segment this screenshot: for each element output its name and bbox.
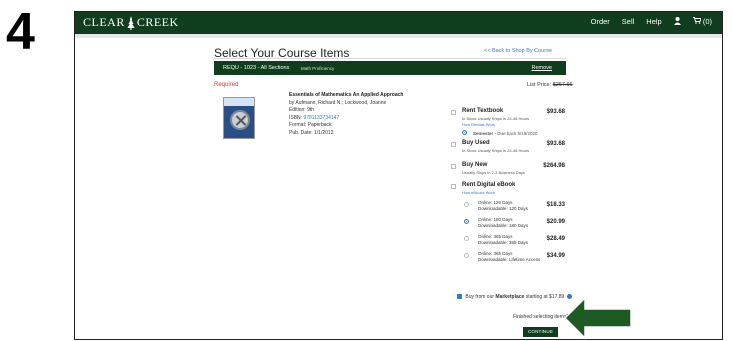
used-note: In Stock Usually Ships in 24-48 Hours — [462, 148, 530, 153]
brand-left-text: CLEAR — [83, 15, 125, 29]
nav-order[interactable]: Order — [591, 17, 610, 27]
rent-label: Rent Textbook — [462, 108, 504, 114]
rent-checkbox[interactable] — [451, 110, 456, 115]
book-authors: by Aufmann, Richard N.; Lockwood, Joanne — [289, 99, 387, 106]
back-to-shop-link[interactable]: << Back to Shop By Course — [484, 48, 552, 54]
nav-help[interactable]: Help — [646, 17, 661, 27]
tree-logo-icon — [127, 16, 135, 30]
marketplace-pre: Buy from our — [465, 294, 496, 300]
brand-right-text: CREEK — [136, 15, 179, 29]
semester-term: Semester - Due back 5/15/2020 — [473, 131, 538, 136]
semester-radio[interactable] — [462, 130, 467, 135]
marketplace-post: starting at $17.89 — [524, 294, 565, 300]
new-price: $264.98 — [543, 163, 565, 169]
digital-checkbox[interactable] — [451, 184, 456, 189]
list-price-value: $267.66 — [552, 82, 573, 88]
marketplace-bold: Marketplace — [495, 294, 525, 300]
nav-sell[interactable]: Sell — [622, 17, 635, 27]
digital-label: Rent Digital eBook — [462, 182, 516, 188]
how-rentals-work-link[interactable]: How Rentals Work — [462, 122, 495, 127]
digital-online: Online: 180 Days — [478, 217, 513, 222]
step-number: 4 — [6, 3, 35, 61]
book-edition: Edition: 9th — [289, 107, 315, 113]
new-checkbox[interactable] — [451, 164, 456, 169]
semester-due-note: - Due back 5/15/2020 — [494, 130, 538, 136]
book-format: Format: Paperback — [289, 122, 332, 128]
course-subtitle: Math Proficiency — [301, 65, 335, 71]
book-pub-date: Pub. Date: 1/1/2013 — [289, 129, 334, 136]
digital-price: $20.99 — [546, 219, 565, 225]
semester-term-label: Semester — [473, 130, 494, 136]
title-divider — [214, 58, 566, 59]
digital-online: Online: 365 Days — [478, 251, 513, 256]
book-isbn: ISBN: 9781133734147 — [289, 115, 439, 123]
how-ebooks-work-link[interactable]: How eBooks Work — [462, 190, 495, 195]
remove-course-link[interactable]: Remove — [532, 65, 552, 71]
marketplace-checkbox[interactable] — [457, 294, 462, 300]
course-code: REQU - 1023 - All Sections — [223, 65, 290, 71]
course-header-bar: REQU - 1023 - All Sections Math Proficie… — [214, 61, 566, 75]
digital-download: Downloadable: Lifetime Access — [478, 257, 541, 262]
book-title: Essentials of Mathematics An Applied App… — [289, 92, 404, 98]
cart-icon — [692, 17, 702, 26]
used-checkbox[interactable] — [451, 142, 456, 147]
digital-download: Downloadable: 365 Days — [478, 240, 529, 245]
marketplace-offer[interactable]: Buy from our Marketplace starting at $17… — [457, 294, 572, 300]
cart-link[interactable]: (0) — [692, 17, 712, 27]
digital-price: $34.99 — [546, 253, 565, 259]
digital-radio[interactable] — [464, 253, 469, 258]
header-nav: Order Sell Help (0) — [591, 17, 712, 27]
continue-button[interactable]: CONTINUE — [523, 327, 558, 337]
digital-download: Downloadable: 120 Days — [478, 206, 529, 211]
isbn-value[interactable]: 9781133734147 — [303, 115, 339, 121]
digital-online: Online: 365 Days — [478, 234, 513, 239]
digital-price: $18.33 — [546, 202, 565, 208]
used-price: $93.68 — [546, 141, 565, 147]
required-label: Required — [214, 82, 239, 88]
list-price: List Price: $267.66 — [527, 82, 573, 88]
new-label: Buy New — [462, 162, 488, 168]
cart-count: (0) — [702, 17, 712, 26]
isbn-label: ISBN: — [289, 114, 303, 121]
brand-logo[interactable]: CLEAR CREEK — [83, 15, 179, 30]
browser-frame: CLEAR CREEK Order Sell Help (0) Select Y… — [74, 11, 723, 340]
new-note: Usually Ships in 2-3 Business Days — [462, 170, 525, 175]
list-price-label: List Price: — [527, 82, 552, 88]
digital-radio[interactable] — [464, 236, 469, 241]
finished-prompt: Finished selecting items? — [513, 314, 570, 320]
subheader-strip — [75, 34, 722, 38]
digital-radio[interactable] — [464, 202, 469, 207]
digital-online: Online: 120 Days — [478, 200, 513, 205]
used-label: Buy Used — [462, 140, 490, 146]
rent-price: $93.68 — [546, 109, 565, 115]
digital-download: Downloadable: 180 Days — [478, 223, 529, 228]
rent-note: In Stock Usually Ships in 24-48 Hours — [462, 116, 530, 121]
top-navigation-bar: CLEAR CREEK Order Sell Help (0) — [75, 12, 722, 34]
digital-radio[interactable] — [464, 219, 469, 224]
book-cover-image — [223, 97, 255, 139]
user-icon[interactable] — [673, 17, 681, 27]
book-details: Essentials of Mathematics An Applied App… — [289, 92, 439, 137]
digital-price: $28.49 — [546, 236, 565, 242]
pointer-arrow-icon — [563, 296, 632, 340]
